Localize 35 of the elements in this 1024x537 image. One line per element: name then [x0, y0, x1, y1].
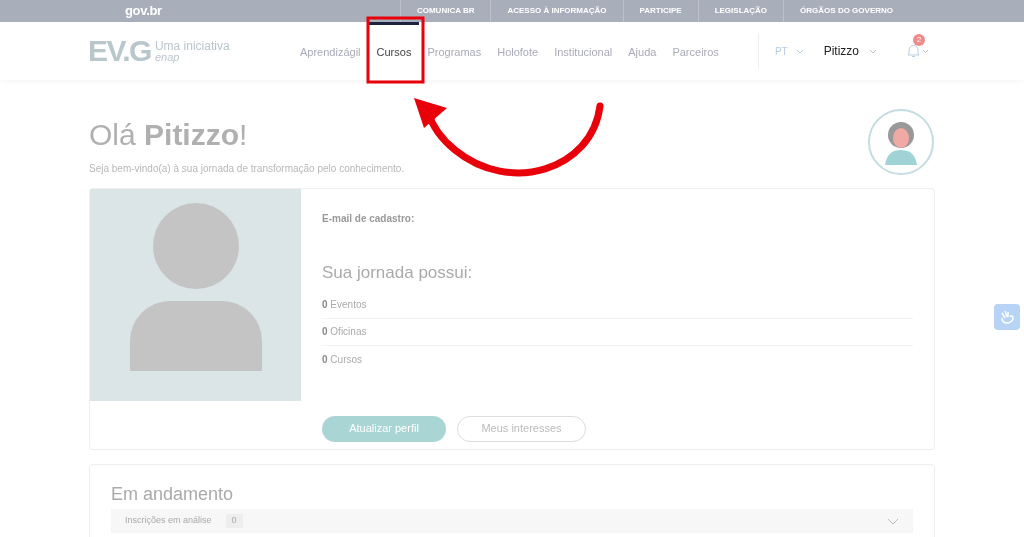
nav-link[interactable]: Aprendizágil [292, 22, 369, 80]
chevron-icon [869, 48, 877, 54]
row-label: Inscrições em análise [125, 514, 212, 528]
notification-button[interactable] [907, 44, 929, 58]
notification-count: 2 [913, 34, 925, 46]
hands-icon [999, 309, 1015, 325]
sign-language-button[interactable] [994, 304, 1020, 330]
journey-title: Sua jornada possui: [322, 262, 474, 284]
partner-logo: enap [154, 51, 181, 63]
nav-link[interactable]: Programas [419, 22, 490, 80]
email-label: E-mail de cadastro: [322, 212, 416, 226]
language-select[interactable]: PT [766, 43, 812, 59]
highlight-box [366, 16, 425, 84]
accordion-row[interactable]: Inscrições em análise 0 [111, 509, 913, 533]
greeting-subtitle: Seja bem-vindo(a) à sua jornada de transformação pelo conhecimento. [89, 162, 406, 176]
nav-link[interactable]: Cursos [368, 22, 420, 80]
bell-icon [907, 44, 920, 58]
journey-stat: 0 Oficinas [322, 325, 367, 339]
chevron-icon [795, 48, 804, 54]
user-menu[interactable]: Pitizzo [823, 42, 877, 60]
greeting-title: Olá Pitizzo! [89, 117, 248, 153]
nav-link[interactable]: Ajuda [620, 22, 665, 80]
nav-link[interactable]: Holofote [489, 22, 547, 80]
count-badge: 0 [225, 514, 243, 528]
chevron-icon [922, 48, 929, 54]
update-profile-button[interactable]: Atualizar perfil [322, 415, 446, 442]
journey-stat: 0 Cursos [322, 352, 363, 367]
nav-link[interactable]: Institucional [546, 22, 621, 80]
chevron-icon [887, 517, 899, 525]
nav-link[interactable]: Parceiros [664, 22, 727, 80]
journey-stat: 0 Eventos [322, 298, 367, 312]
gov-logo[interactable]: gov.br [125, 1, 162, 21]
section-title: Em andamento [111, 483, 235, 505]
logo-mark[interactable]: EV.G [88, 36, 151, 66]
logo-tagline: Uma iniciativa [154, 39, 230, 52]
